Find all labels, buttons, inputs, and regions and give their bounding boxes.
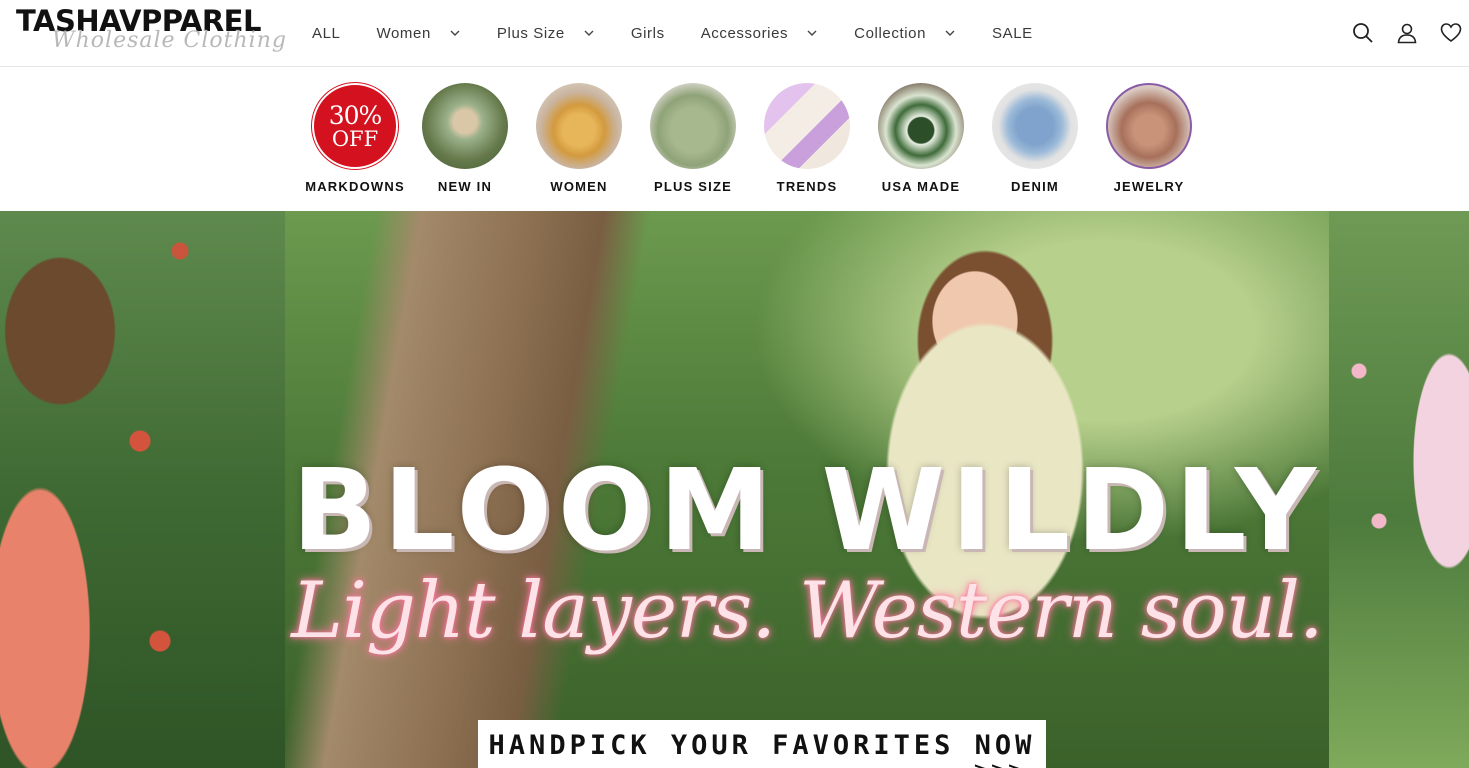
chevron-down-icon[interactable] [449,27,461,39]
category-women[interactable]: WOMEN [522,83,636,194]
category-strip: 30% OFF MARKDOWNS NEW IN WOMEN PLUS SIZE… [0,67,1469,211]
nav-item-label: Women [376,24,431,42]
nav-item-plus-size[interactable]: Plus Size [497,25,595,42]
nav-item-label: SALE [992,24,1033,42]
nav-item-label: ALL [312,24,341,42]
category-trends[interactable]: TRENDS [750,83,864,194]
category-denim[interactable]: DENIM [978,83,1092,194]
hero-headline: BLOOM WILDLY [291,446,1323,576]
category-label: WOMEN [550,179,608,194]
search-icon[interactable] [1351,21,1375,45]
nav-item-girls[interactable]: Girls [631,25,665,42]
category-image [536,83,622,169]
hero-slide-next[interactable] [1329,211,1469,768]
hero-cta-arrows: >>> [973,759,1024,768]
category-label: JEWELRY [1113,179,1185,194]
category-image [992,83,1078,169]
account-icon[interactable] [1395,21,1419,45]
category-label: PLUS SIZE [654,179,732,194]
category-label: TRENDS [776,179,838,194]
category-image [1106,83,1192,169]
category-new-in[interactable]: NEW IN [408,83,522,194]
nav-item-all[interactable]: ALL [312,25,341,42]
nav-item-label: Plus Size [496,24,565,42]
chevron-down-icon[interactable] [806,27,818,39]
nav-item-label: Accessories [700,24,789,42]
header-actions [1351,0,1469,66]
nav-item-accessories[interactable]: Accessories [701,25,818,42]
hero-carousel[interactable]: BLOOM WILDLY Light layers. Western soul.… [0,211,1469,768]
hero-tagline: Light layers. Western soul. [291,566,1323,656]
chevron-down-icon[interactable] [944,27,956,39]
hero-slide-current[interactable]: BLOOM WILDLY Light layers. Western soul.… [285,211,1329,768]
markdowns-badge-percent: 30% [328,100,383,130]
category-label: DENIM [1011,179,1059,194]
category-plus-size[interactable]: PLUS SIZE [636,83,750,194]
category-markdowns[interactable]: 30% OFF MARKDOWNS [298,83,412,194]
category-usa-made[interactable]: USA MADE [864,83,978,194]
wishlist-heart-icon[interactable] [1439,21,1463,45]
main-nav: ALL Women Plus Size Girls Accessories Co… [312,0,1069,66]
nav-item-sale[interactable]: SALE [992,25,1033,42]
hero-slide-previous[interactable] [0,211,285,768]
brand-tagline: Wholesale Clothing [52,28,287,53]
chevron-down-icon[interactable] [583,27,595,39]
category-image [422,83,508,169]
category-image [878,83,964,169]
nav-item-label: Girls [630,24,665,42]
markdowns-badge-off: OFF [331,126,379,151]
nav-item-women[interactable]: Women [377,25,461,42]
category-label: MARKDOWNS [305,179,405,194]
nav-item-collection[interactable]: Collection [854,25,956,42]
category-image [650,83,736,169]
site-header: TASHAVPPAREL Wholesale Clothing ALL Wome… [0,0,1469,67]
category-label: USA MADE [881,179,961,194]
category-label: NEW IN [437,179,493,194]
hero-cta-button[interactable]: HANDPICK YOUR FAVORITES NOW [478,720,1046,768]
brand-logo[interactable]: TASHAVPPAREL Wholesale Clothing [16,4,286,60]
nav-item-label: Collection [854,24,927,42]
category-image [764,83,850,169]
markdowns-badge: 30% OFF [312,83,398,169]
category-jewelry[interactable]: JEWELRY [1092,83,1206,194]
